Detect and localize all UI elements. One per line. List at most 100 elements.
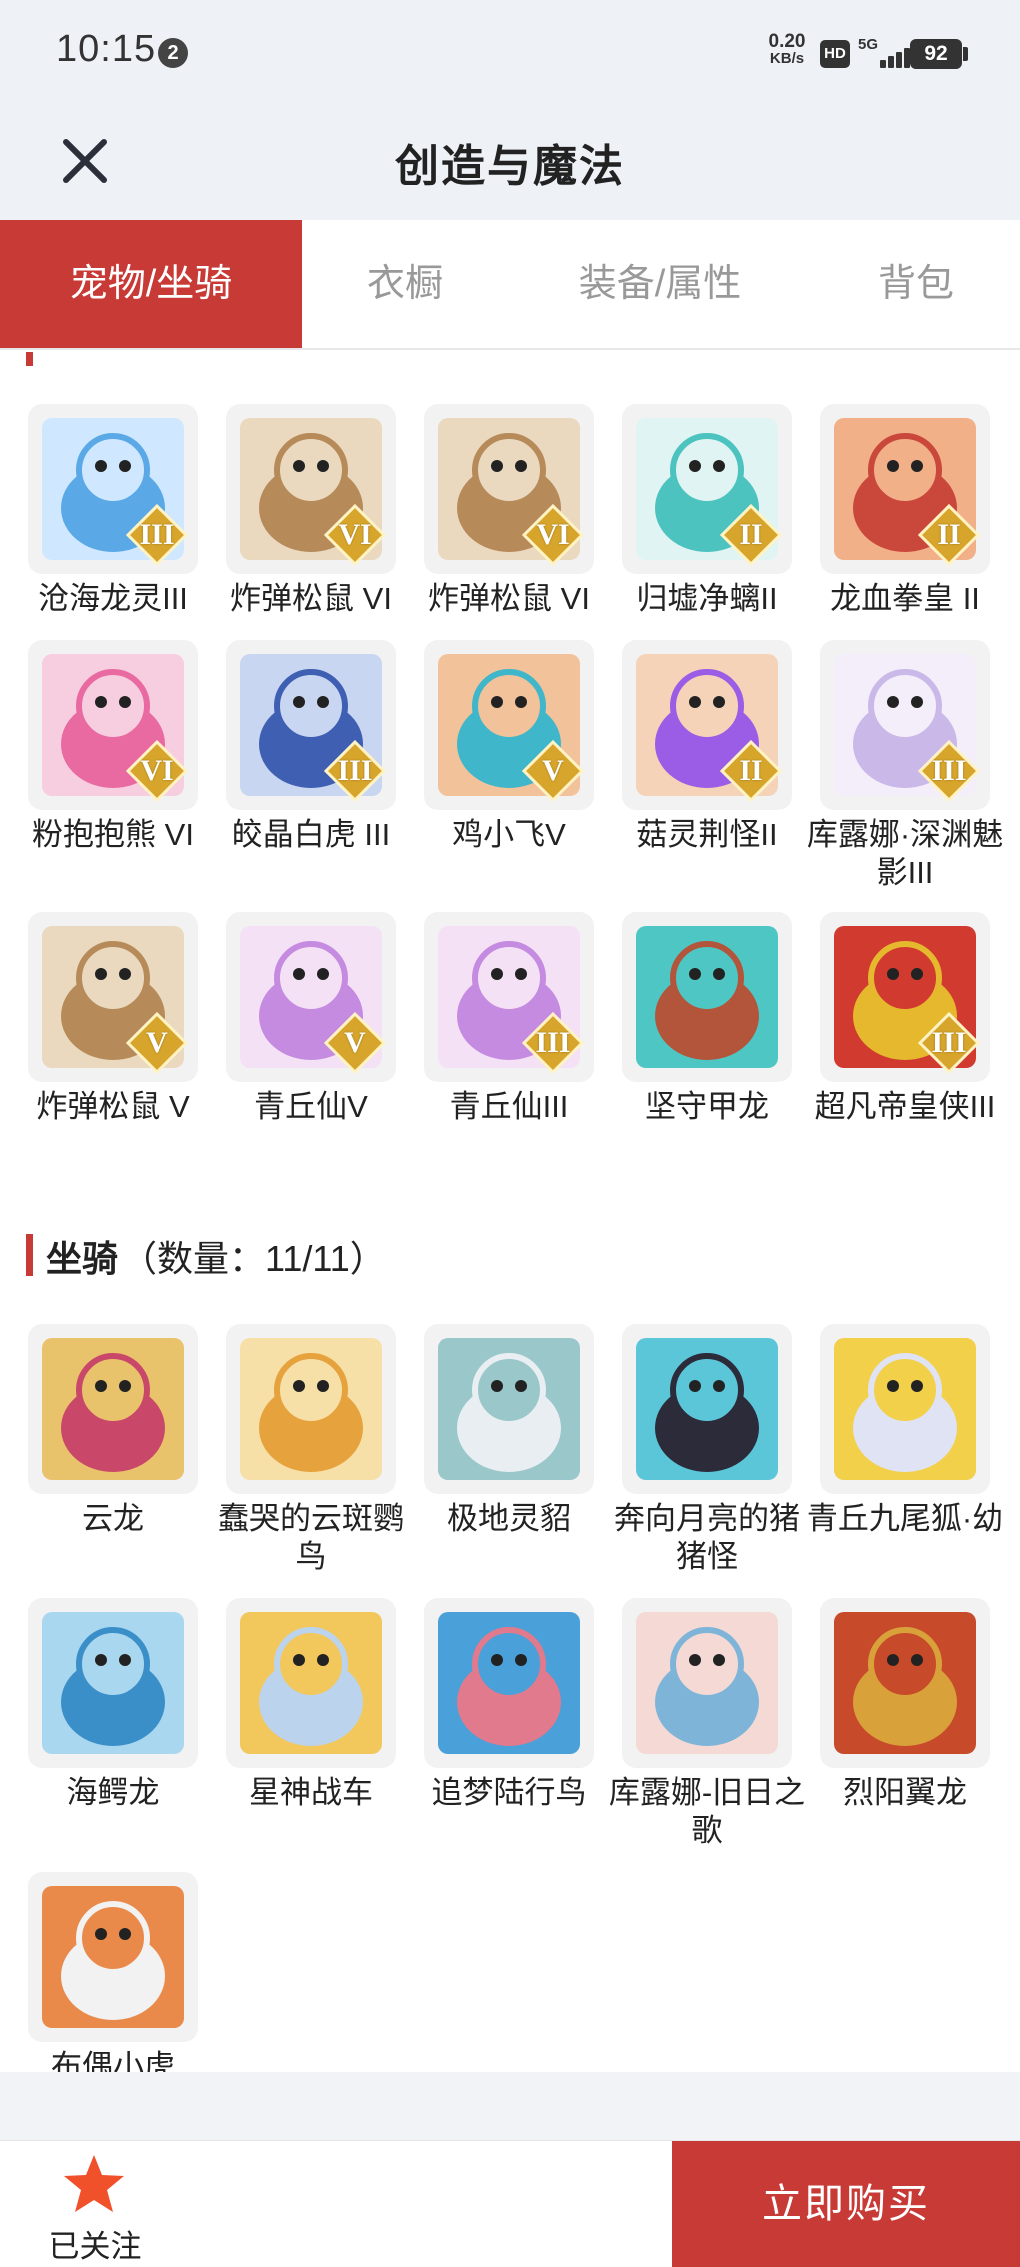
creature-image — [636, 1338, 778, 1480]
status-bar: 10:15 2 0.20 KB/s HD 5G 92 — [0, 0, 1020, 108]
tier-badge: V — [126, 1012, 188, 1074]
mount-thumbnail — [226, 1324, 396, 1494]
tier-label: II — [739, 754, 763, 787]
tab-equipment[interactable]: 装备/属性 — [508, 220, 812, 348]
pet-thumbnail: II — [622, 640, 792, 810]
tier-label: II — [739, 518, 763, 551]
pet-thumbnail: VI — [424, 404, 594, 574]
tier-label: III — [931, 754, 967, 787]
tab-wardrobe[interactable]: 衣橱 — [302, 220, 508, 348]
pet-name: 鸡小飞V — [452, 817, 566, 852]
page-title: 创造与魔法 — [395, 142, 625, 191]
mount-name: 青丘九尾狐·幼 — [806, 1501, 1004, 1536]
tier-label: III — [535, 1026, 571, 1059]
notification-badge: 2 — [158, 38, 188, 68]
mount-name: 星神战车 — [249, 1775, 373, 1810]
battery-tip — [963, 47, 968, 61]
mount-name: 库露娜-旧日之歌 — [608, 1775, 806, 1848]
buy-now-button[interactable]: 立即购买 — [672, 2141, 1020, 2267]
mount-thumbnail — [28, 1324, 198, 1494]
section-accent-bar — [26, 1234, 33, 1276]
follow-button[interactable]: 已关注 — [30, 2141, 160, 2267]
mount-name: 追梦陆行鸟 — [431, 1775, 587, 1810]
tier-label: VI — [140, 754, 174, 787]
pet-name: 沧海龙灵III — [38, 581, 188, 616]
content-bottom-gap — [0, 2072, 1020, 2142]
tier-badge: II — [720, 740, 782, 802]
tier-badge: V — [522, 740, 584, 802]
signal-5g-label: 5G — [858, 36, 879, 53]
mount-thumbnail — [28, 1598, 198, 1768]
tier-badge: VI — [126, 740, 188, 802]
network-speed-value: 0.20 — [768, 31, 806, 52]
tier-badge: VI — [522, 504, 584, 566]
battery-icon: 92 — [910, 39, 962, 69]
pet-thumbnail: II — [622, 404, 792, 574]
item-list[interactable]: III 沧海龙灵III VI 炸弹松鼠 VI VI 炸弹松鼠 VI II 归墟净螭II II 龙血… — [0, 352, 1020, 2072]
mount-name: 烈阳翼龙 — [843, 1775, 967, 1810]
pet-thumbnail: III — [424, 912, 594, 1082]
pet-name: 菇灵荆怪II — [636, 817, 778, 852]
creature-image — [240, 1338, 382, 1480]
section-accent-bar — [26, 352, 33, 366]
tier-badge: III — [324, 740, 386, 802]
mount-name: 云龙 — [82, 1501, 144, 1536]
mount-name: 海鳄龙 — [66, 1775, 160, 1810]
mount-thumbnail — [622, 1324, 792, 1494]
mount-thumbnail — [28, 1872, 198, 2042]
tier-badge: III — [918, 1012, 980, 1074]
mount-thumbnail — [424, 1598, 594, 1768]
creature-image — [42, 1338, 184, 1480]
tier-badge: III — [918, 740, 980, 802]
pet-thumbnail — [622, 912, 792, 1082]
pet-name: 青丘仙III — [449, 1089, 569, 1124]
mount-thumbnail — [424, 1324, 594, 1494]
tier-badge: III — [522, 1012, 584, 1074]
pet-thumbnail: II — [820, 404, 990, 574]
pet-thumbnail: III — [820, 912, 990, 1082]
mount-thumbnail — [226, 1598, 396, 1768]
mounts-section-count: （数量：11/11） — [121, 1238, 386, 1279]
mount-name: 布偶小虎 — [51, 2049, 175, 2072]
mount-thumbnail — [622, 1598, 792, 1768]
pet-thumbnail: III — [226, 640, 396, 810]
tab-pets-mounts[interactable]: 宠物/坐骑 — [0, 220, 302, 348]
pet-name: 归墟净螭II — [636, 581, 778, 616]
pet-name: 库露娜·深渊魅影III — [806, 817, 1004, 890]
tier-badge: III — [126, 504, 188, 566]
creature-image — [834, 1338, 976, 1480]
creature-image — [834, 1612, 976, 1754]
tier-badge: II — [918, 504, 980, 566]
pet-name: 皎晶白虎 III — [231, 817, 391, 852]
hd-icon: HD — [820, 40, 850, 68]
tier-label: V — [146, 1026, 168, 1059]
pet-thumbnail: III — [28, 404, 198, 574]
tab-bar: 宠物/坐骑 衣橱 装备/属性 背包 — [0, 220, 1020, 350]
pet-thumbnail: V — [424, 640, 594, 810]
pet-thumbnail: V — [226, 912, 396, 1082]
tab-backpack[interactable]: 背包 — [812, 220, 1020, 348]
pet-name: 炸弹松鼠 V — [36, 1089, 190, 1124]
tier-label: III — [931, 1026, 967, 1059]
tier-badge: V — [324, 1012, 386, 1074]
tier-label: III — [139, 518, 175, 551]
tier-label: V — [344, 1026, 366, 1059]
pet-thumbnail: VI — [28, 640, 198, 810]
tier-label: VI — [536, 518, 570, 551]
pet-name: 炸弹松鼠 VI — [428, 581, 590, 616]
mount-thumbnail — [820, 1324, 990, 1494]
tier-label: III — [337, 754, 373, 787]
creature-image — [636, 926, 778, 1068]
star-icon — [64, 2155, 124, 2212]
mount-name: 极地灵貂 — [447, 1501, 571, 1536]
tier-badge: II — [720, 504, 782, 566]
creature-image — [42, 1612, 184, 1754]
mounts-section-title: 坐骑 — [46, 1238, 119, 1279]
tier-label: VI — [338, 518, 372, 551]
pet-thumbnail: VI — [226, 404, 396, 574]
mount-name: 蠢哭的云斑鹦鸟 — [218, 1501, 404, 1574]
pets-section-heading — [0, 352, 400, 368]
pet-name: 青丘仙V — [254, 1089, 368, 1124]
mount-name: 奔向月亮的猪猪怪 — [614, 1501, 800, 1574]
pet-name: 粉抱抱熊 VI — [32, 817, 194, 852]
